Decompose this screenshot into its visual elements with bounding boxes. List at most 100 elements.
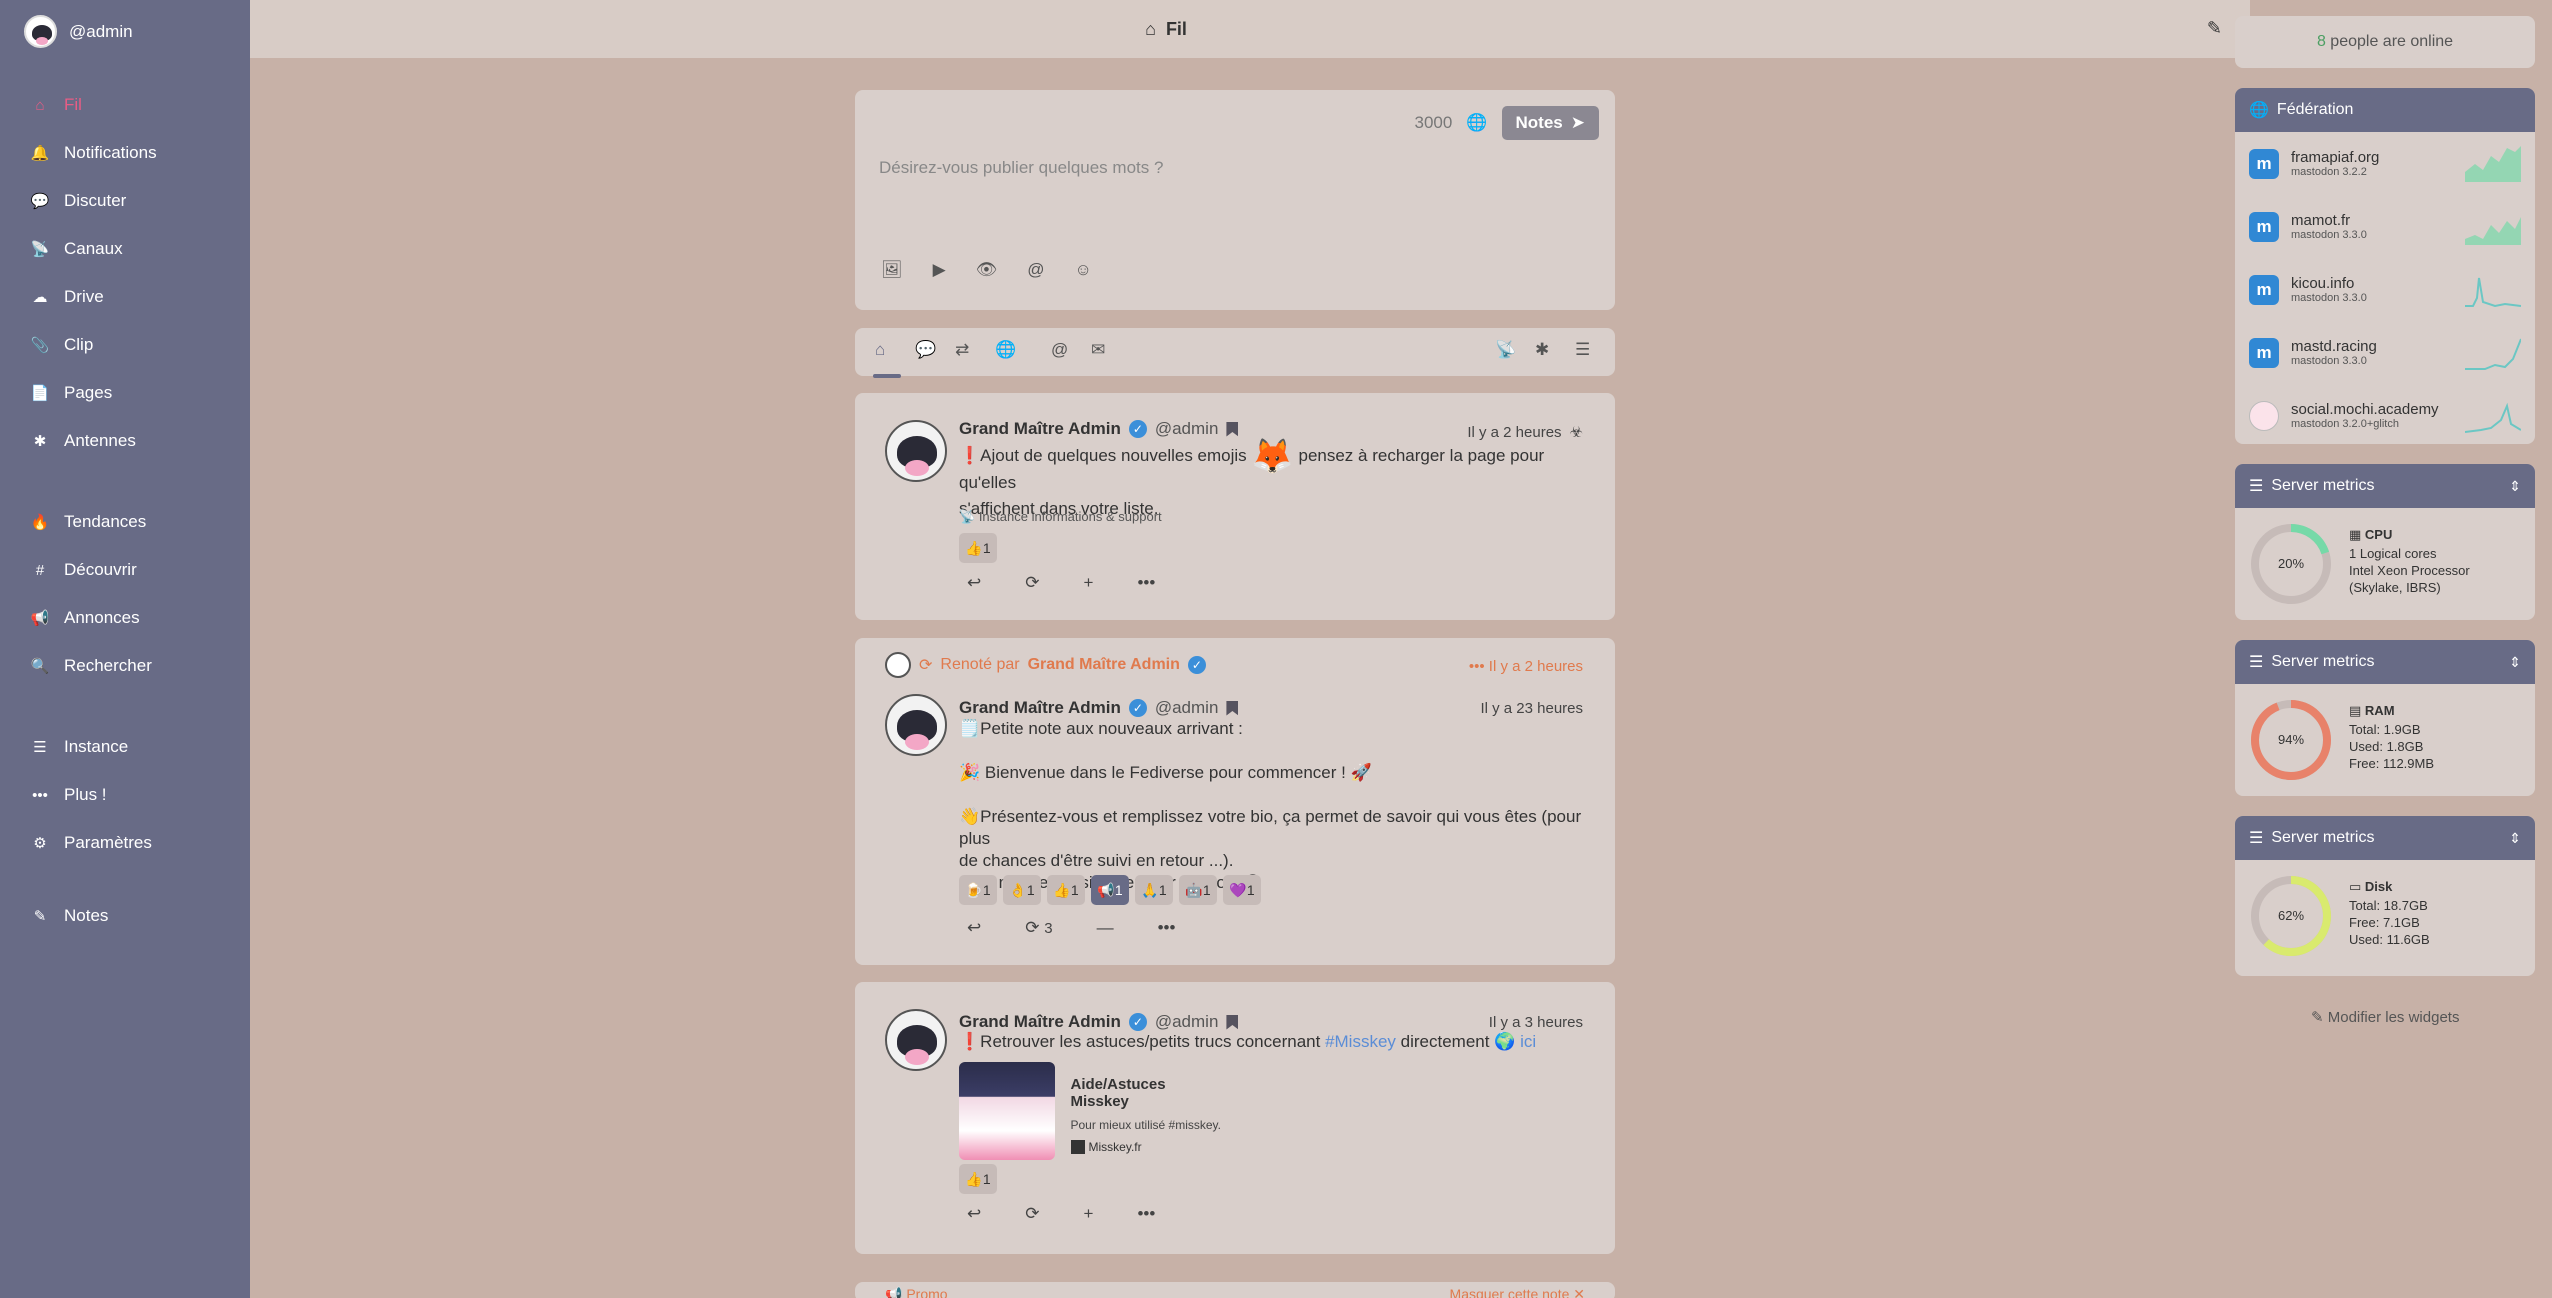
reaction-button[interactable]: 💜1: [1223, 875, 1261, 905]
tab-global[interactable]: 🌐: [995, 340, 1016, 360]
sidebar-item-antennes[interactable]: ✱ Antennes: [30, 426, 136, 456]
broadcast-icon: 📢: [30, 610, 50, 627]
url-link[interactable]: 🌍 ici: [1494, 1032, 1536, 1051]
server-metrics-widget: ☰ Server metrics ⇕ 20% ▦ CPU 1 Logical c…: [2235, 464, 2535, 620]
renote-icon[interactable]: ⟳: [1025, 573, 1039, 593]
hashtag-icon: #: [35, 561, 45, 579]
renote-count: 3: [1044, 920, 1053, 937]
tab-social[interactable]: ⇄: [955, 340, 969, 360]
sidebar-item-parametres[interactable]: ⚙ Paramètres: [30, 828, 152, 858]
plus-icon[interactable]: +: [1084, 573, 1094, 593]
sidebar-item-notifications[interactable]: 🔔 Notifications: [30, 138, 157, 168]
renote-time[interactable]: ••• Il y a 2 heures: [1469, 658, 1583, 675]
tab-home[interactable]: ⌂: [875, 340, 885, 360]
sidebar-item-label: Découvrir: [64, 560, 137, 579]
sort-icon[interactable]: ⇕: [2509, 830, 2521, 847]
sidebar-item-drive[interactable]: ☁ Drive: [30, 282, 104, 312]
pencil-icon[interactable]: ✎: [2207, 18, 2222, 39]
mention-icon[interactable]: @: [1027, 260, 1044, 280]
renoter-name[interactable]: Grand Maître Admin: [1028, 656, 1180, 674]
sidebar-item-plus[interactable]: ••• Plus !: [30, 780, 106, 810]
online-users-widget: 8 people are online: [2235, 16, 2535, 68]
tab-local[interactable]: 💬: [915, 340, 936, 360]
more-icon[interactable]: •••: [1158, 918, 1176, 938]
reaction-button[interactable]: 👍1: [959, 533, 997, 563]
reaction-button[interactable]: 👍1: [959, 1164, 997, 1194]
widget-title: Server metrics: [2271, 653, 2375, 670]
reply-icon[interactable]: ↩: [967, 573, 981, 593]
metric-body: 20% ▦ CPU 1 Logical cores Intel Xeon Pro…: [2235, 508, 2535, 620]
avatar[interactable]: [885, 652, 911, 678]
note-textarea[interactable]: Désirez-vous publier quelques mots ?: [879, 158, 1163, 178]
tab-channels[interactable]: 📡: [1495, 340, 1516, 360]
tab-direct[interactable]: ✉: [1091, 340, 1105, 360]
eye-slash-icon[interactable]: 👁: [976, 260, 998, 280]
more-icon: •••: [32, 786, 48, 804]
federation-item[interactable]: m mamot.fr mastodon 3.3.0: [2235, 195, 2535, 258]
tab-mentions[interactable]: @: [1051, 340, 1068, 360]
sort-icon[interactable]: ⇕: [2509, 654, 2521, 671]
avatar[interactable]: [885, 1009, 947, 1071]
more-icon[interactable]: •••: [1137, 573, 1155, 593]
image-icon[interactable]: 🖼: [881, 260, 903, 280]
sidebar-item-instance[interactable]: ☰ Instance: [30, 732, 128, 762]
tab-lists[interactable]: ☰: [1575, 340, 1590, 360]
widget-title: Server metrics: [2271, 829, 2375, 846]
federation-item[interactable]: social.mochi.academy mastodon 3.2.0+glitc…: [2235, 384, 2535, 444]
emoji-icon[interactable]: ☺: [1075, 260, 1092, 280]
account-button[interactable]: @admin: [24, 15, 133, 48]
sidebar-item-annonces[interactable]: 📢 Annonces: [30, 603, 140, 633]
fire-icon: 🔥: [30, 514, 50, 531]
reply-icon[interactable]: ↩: [967, 918, 981, 938]
federation-item[interactable]: m mastd.racing mastodon 3.3.0: [2235, 321, 2535, 384]
globe-icon[interactable]: 🌐: [1466, 113, 1487, 133]
submit-note-button[interactable]: Notes ➤: [1501, 106, 1599, 140]
reaction-button[interactable]: 🙏1: [1135, 875, 1173, 905]
sidebar-item-tendances[interactable]: 🔥 Tendances: [30, 507, 147, 537]
reaction-button[interactable]: 🤖1: [1179, 875, 1217, 905]
sidebar-item-rechercher[interactable]: 🔍 Rechercher: [30, 651, 152, 681]
tab-antennas[interactable]: ✱: [1535, 340, 1549, 360]
avatar[interactable]: [885, 694, 947, 756]
url-preview-card[interactable]: Aide/Astuces Misskey Pour mieux utilisé …: [959, 1062, 1221, 1160]
sidebar-item-canaux[interactable]: 📡 Canaux: [30, 234, 123, 264]
poll-icon[interactable]: ▶: [933, 260, 946, 280]
note-actions: ↩ ⟳ + •••: [967, 1204, 1155, 1224]
author-handle[interactable]: @admin: [1155, 698, 1219, 718]
more-icon[interactable]: •••: [1137, 1204, 1155, 1224]
gauge-percent: 20%: [2278, 556, 2304, 571]
reaction-button[interactable]: 📢1: [1091, 875, 1129, 905]
renote-button[interactable]: ⟳ 3: [1025, 918, 1052, 938]
minus-icon[interactable]: —: [1097, 918, 1114, 938]
hide-note-button[interactable]: Masquer cette note ✕: [1450, 1286, 1585, 1298]
plus-icon[interactable]: +: [1084, 1204, 1094, 1224]
page-header: ⌂ Fil ✎: [250, 0, 2250, 58]
reaction-button[interactable]: 👌1: [1003, 875, 1041, 905]
author-handle[interactable]: @admin: [1155, 419, 1219, 439]
antenna-icon: ✱: [33, 433, 47, 450]
reaction-button[interactable]: 🍺1: [959, 875, 997, 905]
federation-item[interactable]: m framapiaf.org mastodon 3.2.2: [2235, 132, 2535, 195]
author-name[interactable]: Grand Maître Admin: [959, 419, 1121, 439]
modify-widgets-link[interactable]: ✎ Modifier les widgets: [2311, 1008, 2459, 1026]
sidebar-item-fil[interactable]: ⌂ Fil: [30, 90, 81, 120]
sidebar-item-decouvrir[interactable]: # Découvrir: [30, 555, 137, 585]
avatar[interactable]: [885, 420, 947, 482]
reply-icon[interactable]: ↩: [967, 1204, 981, 1224]
renote-icon[interactable]: ⟳: [1025, 1204, 1039, 1224]
sidebar-item-discuter[interactable]: 💬 Discuter: [30, 186, 127, 216]
sidebar-item-clip[interactable]: 📎 Clip: [30, 330, 94, 360]
sidebar-item-pages[interactable]: 📄 Pages: [30, 378, 113, 408]
note-time[interactable]: Il y a 2 heures ☣: [1467, 423, 1583, 442]
note-time[interactable]: Il y a 23 heures: [1480, 700, 1583, 717]
verified-icon: ✓: [1128, 699, 1147, 717]
widget-header: ☰ Server metrics ⇕: [2235, 816, 2535, 860]
federation-item[interactable]: m kicou.info mastodon 3.3.0: [2235, 258, 2535, 321]
sort-icon[interactable]: ⇕: [2509, 478, 2521, 495]
sidebar-item-notes[interactable]: ✎ Notes: [30, 901, 109, 931]
note-text: ❗Retrouver les astuces/petits trucs conc…: [959, 1029, 1585, 1055]
channel-link[interactable]: 📡 Instance informations & support: [959, 509, 1162, 525]
author-name[interactable]: Grand Maître Admin: [959, 698, 1121, 718]
hashtag-link[interactable]: #Misskey: [1325, 1032, 1396, 1051]
reaction-button[interactable]: 👍1: [1047, 875, 1085, 905]
